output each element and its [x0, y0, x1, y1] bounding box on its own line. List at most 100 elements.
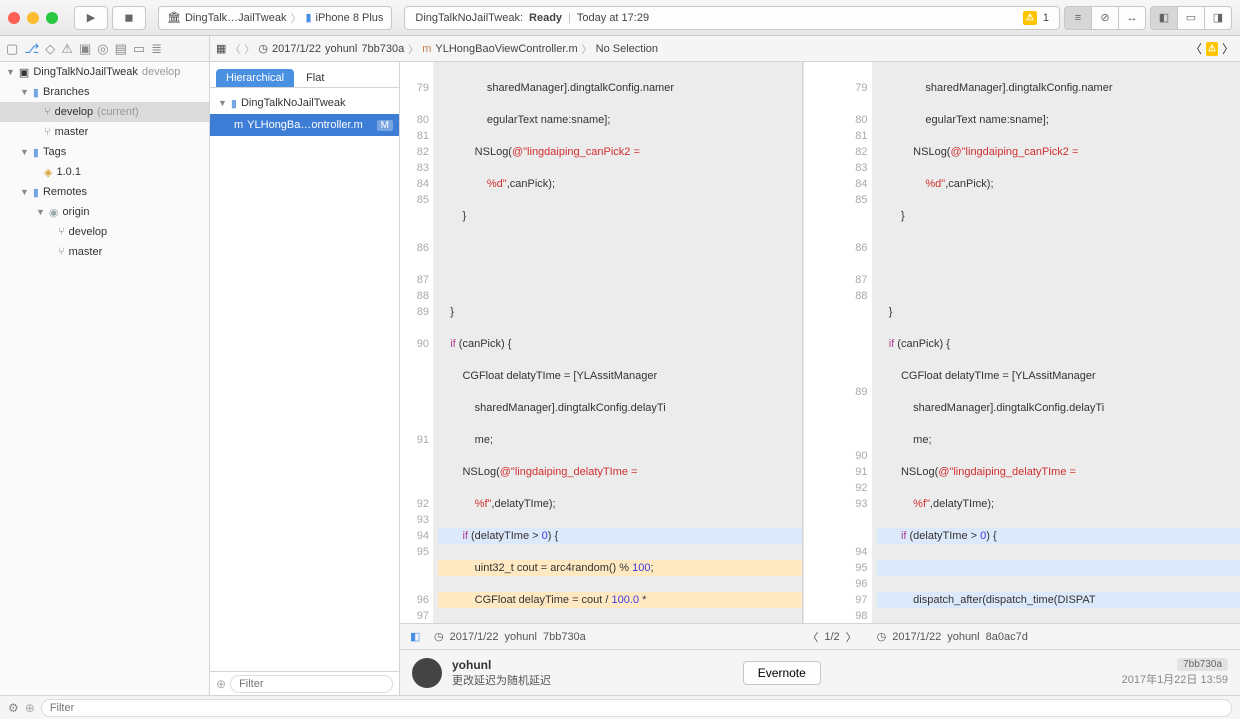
remote-branch-master[interactable]: ⑂master [0, 242, 209, 262]
commit-info-bar: yohunl 更改延迟为随机延迟 Evernote 7bb730a 2017年1… [400, 649, 1240, 695]
branch-icon: ⑂ [58, 226, 65, 238]
tags-label: Tags [43, 146, 66, 158]
bottom-panel-toggle[interactable]: ▭ [1177, 6, 1205, 30]
sidebar-toggle-icon[interactable]: ◧ [410, 630, 420, 643]
issue-navigator-icon[interactable]: ▣ [79, 41, 91, 57]
folder-icon: ▮ [231, 97, 237, 110]
left-revision-pane: 79808182838485868788899091929394959697 s… [400, 62, 803, 623]
left-line-numbers: 79808182838485868788899091929394959697 [400, 62, 434, 623]
breakpoint-navigator-icon[interactable]: ▭ [133, 41, 145, 57]
remote-icon: ◉ [49, 206, 59, 219]
commit-date: 2017/1/22 [272, 43, 321, 55]
forward-button[interactable]: 〉 [244, 41, 254, 56]
folder-icon: ▮ [33, 146, 39, 159]
navigator-filter-bar: ⚙ ⊕ [0, 695, 1240, 719]
tab-hierarchical[interactable]: Hierarchical [216, 69, 294, 87]
test-navigator-icon[interactable]: ◎ [97, 41, 108, 57]
clock-icon: ◷ [434, 630, 444, 643]
log-file[interactable]: mYLHongBa…ontroller.mM [210, 114, 399, 136]
branch-icon: ⑂ [44, 106, 51, 118]
project-navigator-icon[interactable]: ▢ [6, 41, 18, 57]
jump-bar[interactable]: ▦ 〈 〉 ◷ 2017/1/22 yohunl 7bb730a 〉 m YLH… [210, 41, 1190, 56]
remotes-group[interactable]: ▼▮Remotes [0, 182, 209, 202]
remotes-label: Remotes [43, 186, 87, 198]
right-revision-selector[interactable]: ◷ 2017/1/22 yohunl 8a0ac7d [867, 630, 1240, 643]
commit-date: 2017年1月22日 13:59 [1122, 674, 1228, 686]
branch-develop[interactable]: ⑂develop (current) [0, 102, 209, 122]
tag-icon: ◈ [44, 166, 52, 179]
window-controls [8, 12, 58, 24]
main-toolbar: ▶ ◼ 🏛 DingTalk…JailTweak 〉 ▮ iPhone 8 Pl… [0, 0, 1240, 36]
debug-navigator-icon[interactable]: ▤ [115, 41, 127, 57]
vc-filter-input[interactable] [230, 675, 393, 693]
assistant-editor[interactable]: ⊘ [1091, 6, 1119, 30]
gear-icon[interactable]: ⚙ [8, 701, 19, 715]
clock-icon: ◷ [258, 42, 268, 55]
next-diff-button[interactable]: 〉 [846, 629, 857, 645]
back-button[interactable]: 〈 [230, 41, 240, 56]
tags-group[interactable]: ▼▮Tags [0, 142, 209, 162]
scheme-name: DingTalk…JailTweak [185, 12, 286, 24]
right-code[interactable]: sharedManager].dingtalkConfig.namer egul… [873, 62, 1240, 623]
stop-button[interactable]: ◼ [112, 6, 146, 30]
navigator-tabs: ▢ ⎇ ◇ ⚠ ▣ ◎ ▤ ▭ ≣ [0, 36, 210, 61]
left-panel-toggle[interactable]: ◧ [1150, 6, 1178, 30]
device-icon: ▮ [305, 11, 311, 24]
commit-message: 更改延迟为随机延迟 [452, 672, 733, 688]
run-button[interactable]: ▶ [74, 6, 108, 30]
folder-icon: ▮ [33, 186, 39, 199]
remote-origin[interactable]: ▼◉origin [0, 202, 209, 222]
prev-issue-button[interactable]: 〈 [1190, 40, 1202, 57]
inline-warning-icon[interactable]: ⚠ [1206, 42, 1218, 56]
panel-toggle-segment: ◧ ▭ ◨ [1150, 6, 1232, 30]
tag-item[interactable]: ◈1.0.1 [0, 162, 209, 182]
log-view-panel: Hierarchical Flat ▼▮DingTalkNoJailTweak … [210, 62, 400, 695]
revision-bar: ◧ ◷ 2017/1/22 yohunl 7bb730a 〈 1/2 〉 ◷ 2… [400, 623, 1240, 649]
minimize-window[interactable] [27, 12, 39, 24]
find-navigator-icon[interactable]: ⚠ [61, 41, 73, 57]
branch-master[interactable]: ⑂master [0, 122, 209, 142]
repo-root[interactable]: ▼▣DingTalkNoJailTweak develop [0, 62, 209, 82]
commit-hash: 7bb730a [361, 43, 404, 55]
warning-count[interactable]: 1 [1043, 12, 1049, 24]
tab-flat[interactable]: Flat [296, 69, 334, 87]
navigator-filter-input[interactable] [41, 699, 1232, 717]
right-revision-pane: 7980818283848586878889909192939495969798… [839, 62, 1240, 623]
log-folder[interactable]: ▼▮DingTalkNoJailTweak [210, 92, 399, 114]
warning-icon[interactable]: ⚠ [1023, 11, 1037, 25]
zoom-window[interactable] [46, 12, 58, 24]
filter-icon[interactable]: ⊕ [216, 677, 226, 691]
report-navigator-icon[interactable]: ≣ [151, 41, 162, 57]
build-state: Ready [529, 12, 562, 24]
project-icon: 🏛 [167, 11, 181, 24]
modified-badge: M [377, 120, 393, 131]
evernote-button[interactable]: Evernote [743, 661, 821, 685]
commit-author-name: yohunl [452, 658, 733, 672]
scheme-selector[interactable]: 🏛 DingTalk…JailTweak 〉 ▮ iPhone 8 Plus [158, 6, 392, 30]
filter-icon[interactable]: ⊕ [25, 701, 35, 715]
left-code[interactable]: sharedManager].dingtalkConfig.namer egul… [434, 62, 802, 623]
diff-gutter [803, 62, 839, 623]
version-editor[interactable]: ↔ [1118, 6, 1146, 30]
left-revision-selector[interactable]: ◷ 2017/1/22 yohunl 7bb730a [424, 630, 797, 643]
author-avatar [412, 658, 442, 688]
source-control-navigator-icon[interactable]: ⎇ [24, 41, 39, 57]
editor-mode-segment: ≡ ⊘ ↔ [1064, 6, 1146, 30]
vc-filter-bar: ⊕ [210, 671, 399, 695]
branches-label: Branches [43, 86, 89, 98]
related-items-icon[interactable]: ▦ [216, 42, 226, 55]
prev-diff-button[interactable]: 〈 [807, 629, 818, 645]
source-control-navigator: ▼▣DingTalkNoJailTweak develop ▼▮Branches… [0, 62, 210, 695]
close-window[interactable] [8, 12, 20, 24]
standard-editor[interactable]: ≡ [1064, 6, 1092, 30]
branches-group[interactable]: ▼▮Branches [0, 82, 209, 102]
commit-hash-badge: 7bb730a [1177, 658, 1228, 671]
right-panel-toggle[interactable]: ◨ [1204, 6, 1232, 30]
clock-icon: ◷ [877, 630, 887, 643]
next-issue-button[interactable]: 〉 [1222, 40, 1234, 57]
symbol-navigator-icon[interactable]: ◇ [45, 41, 55, 57]
comparison-editor: 79808182838485868788899091929394959697 s… [400, 62, 1240, 695]
right-line-numbers: 7980818283848586878889909192939495969798 [839, 62, 873, 623]
remote-branch-develop[interactable]: ⑂develop [0, 222, 209, 242]
build-time: Today at 17:29 [577, 12, 649, 24]
